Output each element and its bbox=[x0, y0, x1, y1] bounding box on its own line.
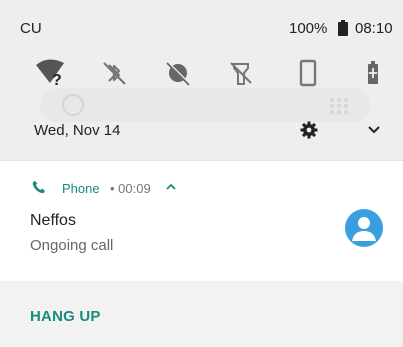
chevron-down-icon[interactable] bbox=[368, 125, 380, 135]
gear-icon[interactable] bbox=[300, 121, 318, 139]
bluetooth-off-icon[interactable] bbox=[97, 55, 133, 91]
notification-app-name: Phone bbox=[62, 181, 100, 196]
wifi-unknown-icon[interactable]: ? bbox=[34, 55, 70, 91]
phone-icon bbox=[32, 180, 45, 194]
status-bar: CU 100% 08:10 bbox=[0, 0, 403, 50]
caller-name: Neffos bbox=[30, 212, 76, 229]
background-apps-icon bbox=[330, 98, 348, 114]
carrier-label: CU bbox=[20, 20, 42, 37]
battery-full-icon bbox=[338, 20, 348, 36]
battery-percent: 100% bbox=[289, 20, 328, 37]
background-search-bar bbox=[40, 88, 370, 122]
person-avatar-icon bbox=[345, 209, 383, 247]
battery-saver-icon[interactable] bbox=[355, 55, 391, 91]
auto-rotate-icon[interactable] bbox=[290, 55, 326, 91]
hang-up-button[interactable]: HANG UP bbox=[30, 308, 101, 325]
do-not-disturb-off-icon[interactable] bbox=[160, 55, 196, 91]
notification-time: • 00:09 bbox=[110, 181, 151, 196]
chevron-up-icon[interactable] bbox=[166, 183, 176, 191]
clock: 08:10 bbox=[355, 20, 393, 37]
background-google-icon bbox=[62, 94, 84, 116]
wifi-unknown-glyph: ? bbox=[52, 72, 62, 89]
flashlight-off-icon[interactable] bbox=[223, 55, 259, 91]
call-status: Ongoing call bbox=[30, 237, 114, 254]
date-label: Wed, Nov 14 bbox=[34, 122, 121, 139]
